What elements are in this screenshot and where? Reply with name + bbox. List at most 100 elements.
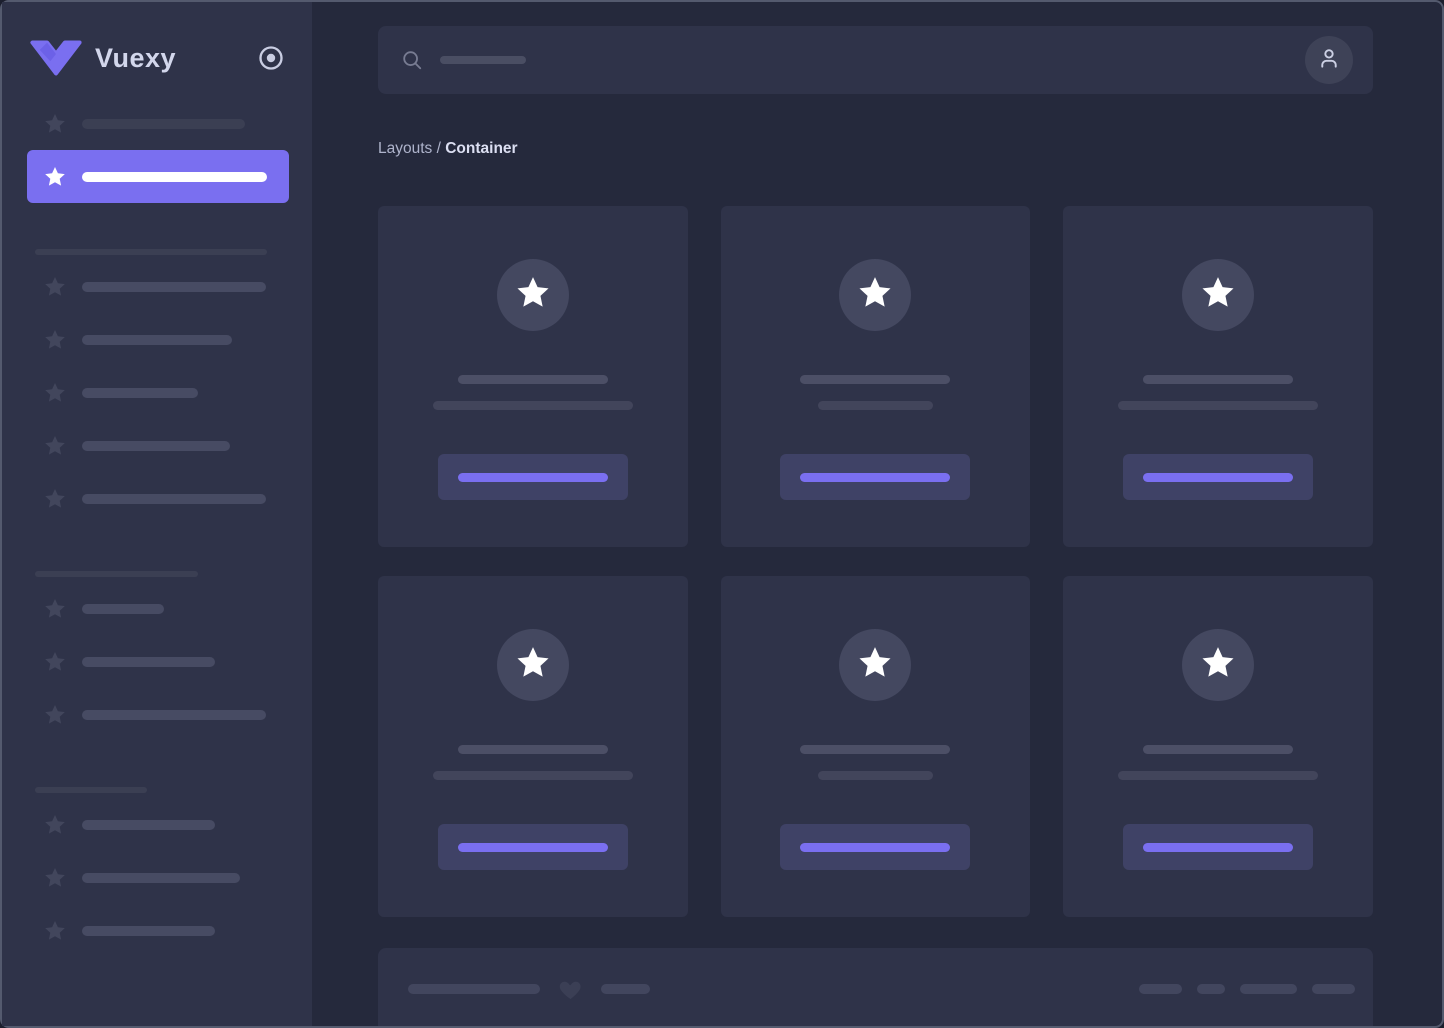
footer-text-bar xyxy=(408,984,540,994)
sidebar-section-header-bar xyxy=(35,249,267,255)
content-card xyxy=(720,206,1031,547)
button-label-bar xyxy=(457,472,608,482)
card-avatar-circle xyxy=(1182,259,1255,331)
footer-links xyxy=(1139,984,1355,994)
card-subtitle-bar xyxy=(432,401,633,410)
footer-link-bar[interactable] xyxy=(1240,984,1297,994)
star-icon xyxy=(43,112,67,136)
star-icon xyxy=(43,866,67,890)
card-title-bar xyxy=(1143,375,1294,384)
sidebar-menu-item[interactable] xyxy=(27,313,289,366)
card-action-button[interactable] xyxy=(437,454,628,500)
star-icon xyxy=(43,703,67,727)
star-icon xyxy=(43,597,67,621)
menu-item-label-bar xyxy=(82,387,198,398)
content-card xyxy=(378,576,688,917)
card-avatar-circle xyxy=(1182,629,1255,701)
footer-link-bar[interactable] xyxy=(1312,984,1355,994)
star-icon xyxy=(43,165,67,189)
star-icon xyxy=(43,487,67,511)
star-icon xyxy=(1199,644,1237,687)
card-action-button[interactable] xyxy=(780,824,971,870)
card-action-button[interactable] xyxy=(437,824,628,870)
sidebar-menu-item[interactable] xyxy=(27,472,289,525)
card-subtitle-bar xyxy=(817,771,933,780)
breadcrumb-current: Container xyxy=(445,140,518,157)
cards-grid xyxy=(378,206,1373,917)
sidebar-menu-item[interactable] xyxy=(27,366,289,419)
person-icon xyxy=(1316,45,1342,76)
sidebar-menu-item[interactable] xyxy=(27,419,289,472)
sidebar-section-header-bar xyxy=(35,787,147,793)
card-avatar-circle xyxy=(839,629,912,701)
sidebar-menu-item[interactable] xyxy=(27,97,289,150)
breadcrumb-parent-link[interactable]: Layouts xyxy=(378,140,432,157)
card-title-bar xyxy=(1143,745,1294,754)
menu-item-label-bar xyxy=(82,656,215,667)
sidebar-menu-item[interactable] xyxy=(27,851,289,904)
sidebar-menu-item[interactable] xyxy=(27,260,289,313)
footer-left xyxy=(408,977,650,1002)
radio-dot-icon[interactable] xyxy=(257,44,285,72)
star-icon xyxy=(43,650,67,674)
sidebar-nav xyxy=(2,97,312,957)
menu-item-label-bar xyxy=(82,872,240,883)
card-title-bar xyxy=(800,375,951,384)
card-avatar-circle xyxy=(496,629,569,701)
vuexy-v-logo-icon xyxy=(30,40,82,76)
card-subtitle-bar xyxy=(817,401,933,410)
user-avatar-button[interactable] xyxy=(1305,36,1353,84)
menu-item-label-bar xyxy=(82,334,232,345)
content-card xyxy=(378,206,688,547)
card-action-button[interactable] xyxy=(1123,824,1314,870)
sidebar-menu-item[interactable] xyxy=(27,798,289,851)
brand-name: Vuexy xyxy=(95,42,177,73)
breadcrumb: Layouts / Container xyxy=(378,137,1373,161)
sidebar-menu-item[interactable] xyxy=(27,635,289,688)
card-action-button[interactable] xyxy=(780,454,971,500)
button-label-bar xyxy=(1143,842,1294,852)
star-icon xyxy=(43,813,67,837)
sidebar-menu-item[interactable] xyxy=(27,688,289,741)
button-label-bar xyxy=(1143,472,1294,482)
search-placeholder-bar xyxy=(440,56,526,64)
star-icon xyxy=(514,644,552,687)
card-title-bar xyxy=(457,745,608,754)
menu-item-label-bar xyxy=(82,171,267,182)
content-card xyxy=(720,576,1031,917)
footer xyxy=(378,948,1373,1026)
star-icon xyxy=(856,274,894,317)
sidebar-menu-item[interactable] xyxy=(27,150,289,203)
star-icon xyxy=(1199,274,1237,317)
button-label-bar xyxy=(457,842,608,852)
sidebar: Vuexy xyxy=(2,2,312,1026)
heart-icon xyxy=(558,977,583,1002)
card-title-bar xyxy=(457,375,608,384)
star-icon xyxy=(43,381,67,405)
sidebar-menu-item[interactable] xyxy=(27,904,289,957)
card-subtitle-bar xyxy=(432,771,633,780)
star-icon xyxy=(43,434,67,458)
footer-link-bar[interactable] xyxy=(1139,984,1182,994)
star-icon xyxy=(856,644,894,687)
card-avatar-circle xyxy=(496,259,569,331)
card-action-button[interactable] xyxy=(1123,454,1314,500)
menu-item-label-bar xyxy=(82,118,245,129)
search-input[interactable] xyxy=(401,49,1305,71)
star-icon xyxy=(43,328,67,352)
menu-item-label-bar xyxy=(82,603,164,614)
card-avatar-circle xyxy=(839,259,912,331)
menu-item-label-bar xyxy=(82,493,266,504)
sidebar-menu-item[interactable] xyxy=(27,582,289,635)
footer-row xyxy=(408,975,1355,1003)
card-subtitle-bar xyxy=(1118,401,1319,410)
star-icon xyxy=(43,275,67,299)
footer-text-bar xyxy=(601,984,650,994)
menu-item-label-bar xyxy=(82,925,215,936)
star-icon xyxy=(43,919,67,943)
menu-item-label-bar xyxy=(82,281,266,292)
footer-link-bar[interactable] xyxy=(1197,984,1225,994)
menu-item-label-bar xyxy=(82,440,230,451)
star-icon xyxy=(514,274,552,317)
card-title-bar xyxy=(800,745,951,754)
